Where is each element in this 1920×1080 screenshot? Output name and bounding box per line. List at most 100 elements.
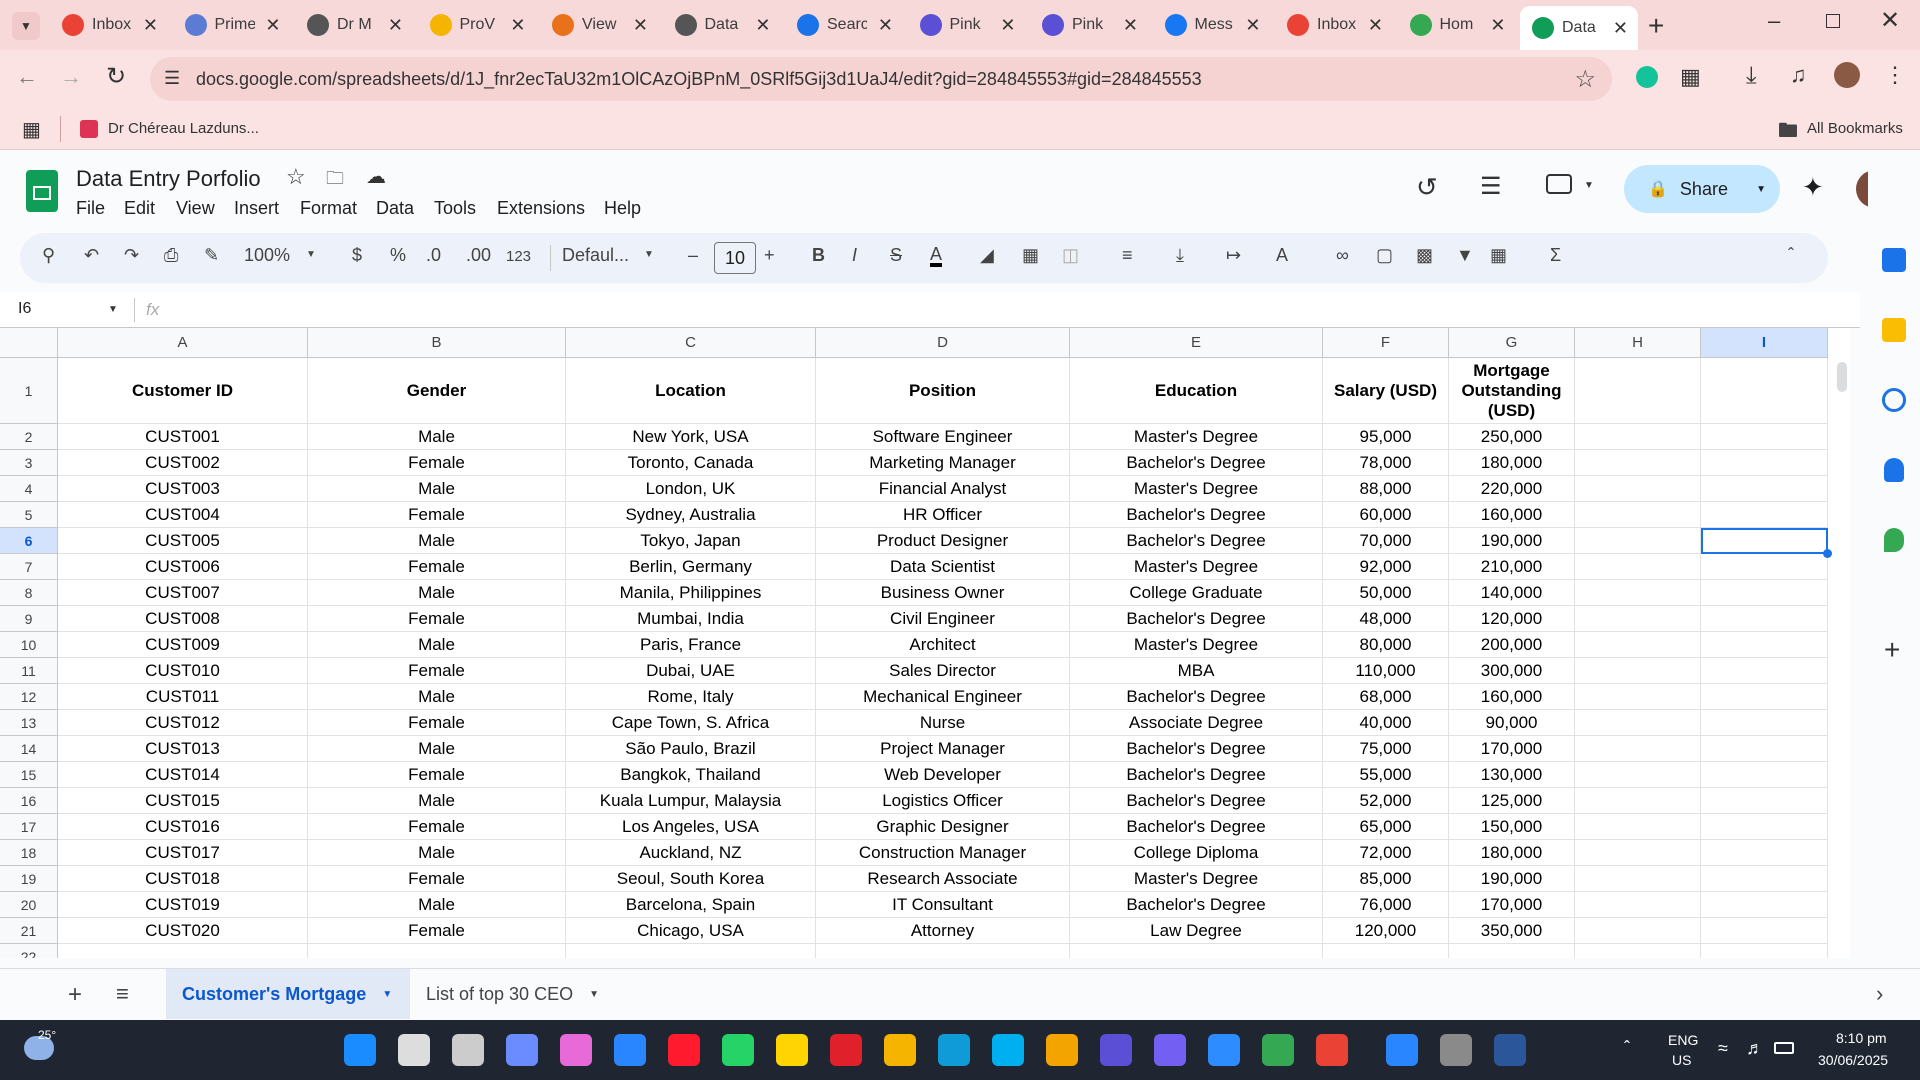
font-size-input[interactable]: 10 bbox=[714, 242, 756, 274]
table-cell[interactable]: 160,000 bbox=[1449, 684, 1575, 710]
functions-icon[interactable]: Σ bbox=[1550, 245, 1561, 266]
table-cell[interactable]: 125,000 bbox=[1449, 788, 1575, 814]
menu-view[interactable]: View bbox=[176, 198, 215, 219]
start-icon[interactable] bbox=[344, 1034, 376, 1066]
table-cell[interactable]: 300,000 bbox=[1449, 658, 1575, 684]
tab-close-icon[interactable]: ✕ bbox=[755, 15, 770, 36]
chrome-icon[interactable] bbox=[1316, 1034, 1348, 1066]
table-cell[interactable]: Master's Degree bbox=[1070, 476, 1323, 502]
browser-tab[interactable]: ProV ✕ bbox=[418, 8, 536, 42]
table-cell[interactable]: Project Manager bbox=[816, 736, 1070, 762]
table-cell[interactable]: 85,000 bbox=[1323, 866, 1449, 892]
row-header[interactable]: 3 bbox=[0, 450, 58, 476]
print-icon[interactable]: ⎙ bbox=[164, 245, 178, 266]
column-header-c[interactable]: C bbox=[566, 328, 816, 358]
tab-close-icon[interactable]: ✕ bbox=[1490, 15, 1505, 36]
tab-close-icon[interactable]: ✕ bbox=[143, 15, 158, 36]
table-cell[interactable] bbox=[1575, 606, 1701, 632]
table-cell[interactable]: Cape Town, S. Africa bbox=[566, 710, 816, 736]
tab-close-icon[interactable]: ✕ bbox=[1123, 15, 1138, 36]
select-all-corner[interactable] bbox=[0, 328, 58, 358]
increase-font-size-icon[interactable]: + bbox=[764, 245, 775, 266]
table-cell[interactable] bbox=[1701, 814, 1828, 840]
row-header[interactable]: 12 bbox=[0, 684, 58, 710]
viber-icon[interactable] bbox=[1154, 1034, 1186, 1066]
table-cell[interactable] bbox=[1575, 736, 1701, 762]
table-cell[interactable]: Tokyo, Japan bbox=[566, 528, 816, 554]
tab-close-icon[interactable]: ✕ bbox=[1368, 15, 1383, 36]
table-cell[interactable] bbox=[1701, 450, 1828, 476]
search-icon[interactable] bbox=[398, 1034, 430, 1066]
table-cell[interactable]: Bachelor's Degree bbox=[1070, 450, 1323, 476]
sticky-notes-icon[interactable] bbox=[776, 1034, 808, 1066]
browser-tab[interactable]: Inbox ✕ bbox=[1275, 8, 1393, 42]
table-cell[interactable] bbox=[1701, 580, 1828, 606]
table-cell[interactable] bbox=[1070, 944, 1323, 958]
table-cell[interactable]: Kuala Lumpur, Malaysia bbox=[566, 788, 816, 814]
decrease-font-size-icon[interactable]: – bbox=[688, 245, 698, 266]
column-header-h[interactable]: H bbox=[1575, 328, 1701, 358]
table-cell[interactable]: Bangkok, Thailand bbox=[566, 762, 816, 788]
name-box-dropdown-icon[interactable]: ▼ bbox=[108, 304, 118, 315]
table-cell[interactable]: 70,000 bbox=[1323, 528, 1449, 554]
table-cell[interactable]: 48,000 bbox=[1323, 606, 1449, 632]
star-icon[interactable]: ☆ bbox=[286, 164, 306, 190]
settings-icon[interactable] bbox=[1440, 1034, 1472, 1066]
table-cell[interactable]: CUST011 bbox=[58, 684, 308, 710]
comments-icon[interactable]: ☰ bbox=[1480, 172, 1502, 201]
skype-icon[interactable] bbox=[992, 1034, 1024, 1066]
sheet-tab-customers-mortgage[interactable]: Customer's Mortgage ▼ bbox=[166, 969, 410, 1019]
add-addon-icon[interactable]: + bbox=[1884, 634, 1900, 666]
new-tab-button[interactable]: + bbox=[1648, 10, 1664, 42]
fill-handle[interactable] bbox=[1823, 549, 1832, 558]
table-cell[interactable]: Architect bbox=[816, 632, 1070, 658]
table-cell[interactable] bbox=[1575, 684, 1701, 710]
insert-comment-icon[interactable]: ▢ bbox=[1376, 245, 1393, 266]
strikethrough-icon[interactable]: S bbox=[890, 245, 902, 266]
table-cell[interactable]: 170,000 bbox=[1449, 892, 1575, 918]
font-dropdown-icon[interactable]: ▼ bbox=[644, 249, 654, 260]
row-header[interactable]: 17 bbox=[0, 814, 58, 840]
increase-decimal-button[interactable]: .00 bbox=[466, 245, 491, 266]
table-cell[interactable] bbox=[1575, 918, 1701, 944]
row-header[interactable]: 6 bbox=[0, 528, 58, 554]
undo-icon[interactable]: ↶ bbox=[84, 245, 99, 266]
table-cell[interactable] bbox=[1701, 710, 1828, 736]
table-cell[interactable]: 350,000 bbox=[1449, 918, 1575, 944]
header-cell[interactable]: Location bbox=[566, 358, 816, 424]
text-color-icon[interactable]: A bbox=[930, 245, 943, 267]
table-cell[interactable]: College Diploma bbox=[1070, 840, 1323, 866]
back-icon[interactable]: ← bbox=[16, 64, 38, 90]
table-cell[interactable]: Male bbox=[308, 632, 566, 658]
table-cell[interactable]: 210,000 bbox=[1449, 554, 1575, 580]
table-cell[interactable] bbox=[1701, 502, 1828, 528]
header-cell[interactable] bbox=[1701, 358, 1828, 424]
row-header[interactable]: 8 bbox=[0, 580, 58, 606]
table-cell[interactable]: 55,000 bbox=[1323, 762, 1449, 788]
table-cell[interactable]: Male bbox=[308, 528, 566, 554]
copilot-icon[interactable] bbox=[560, 1034, 592, 1066]
row-header[interactable]: 10 bbox=[0, 632, 58, 658]
add-sheet-icon[interactable]: + bbox=[68, 981, 82, 1009]
decrease-decimal-button[interactable]: .0 bbox=[426, 245, 441, 266]
filter-views-icon[interactable]: ▦ bbox=[1490, 245, 1507, 266]
table-cell[interactable] bbox=[1575, 554, 1701, 580]
table-cell[interactable] bbox=[1701, 840, 1828, 866]
table-cell[interactable]: Bachelor's Degree bbox=[1070, 788, 1323, 814]
table-cell[interactable]: 190,000 bbox=[1449, 866, 1575, 892]
table-cell[interactable]: Chicago, USA bbox=[566, 918, 816, 944]
font-select[interactable]: Defaul... bbox=[562, 245, 629, 266]
table-cell[interactable] bbox=[1701, 788, 1828, 814]
table-cell[interactable]: 65,000 bbox=[1323, 814, 1449, 840]
header-cell[interactable]: Education bbox=[1070, 358, 1323, 424]
word-icon[interactable] bbox=[1494, 1034, 1526, 1066]
table-cell[interactable]: 220,000 bbox=[1449, 476, 1575, 502]
explore-icon[interactable]: › bbox=[1876, 981, 1883, 1007]
address-bar[interactable]: ☰ docs.google.com/spreadsheets/d/1J_fnr2… bbox=[150, 57, 1612, 101]
browser-tab[interactable]: Pink ✕ bbox=[1030, 8, 1148, 42]
move-folder-icon[interactable]: 🗀 bbox=[326, 166, 344, 196]
browser-tab[interactable]: Data ✕ bbox=[1520, 6, 1638, 50]
table-cell[interactable]: Los Angeles, USA bbox=[566, 814, 816, 840]
table-cell[interactable]: 170,000 bbox=[1449, 736, 1575, 762]
table-cell[interactable]: 180,000 bbox=[1449, 450, 1575, 476]
